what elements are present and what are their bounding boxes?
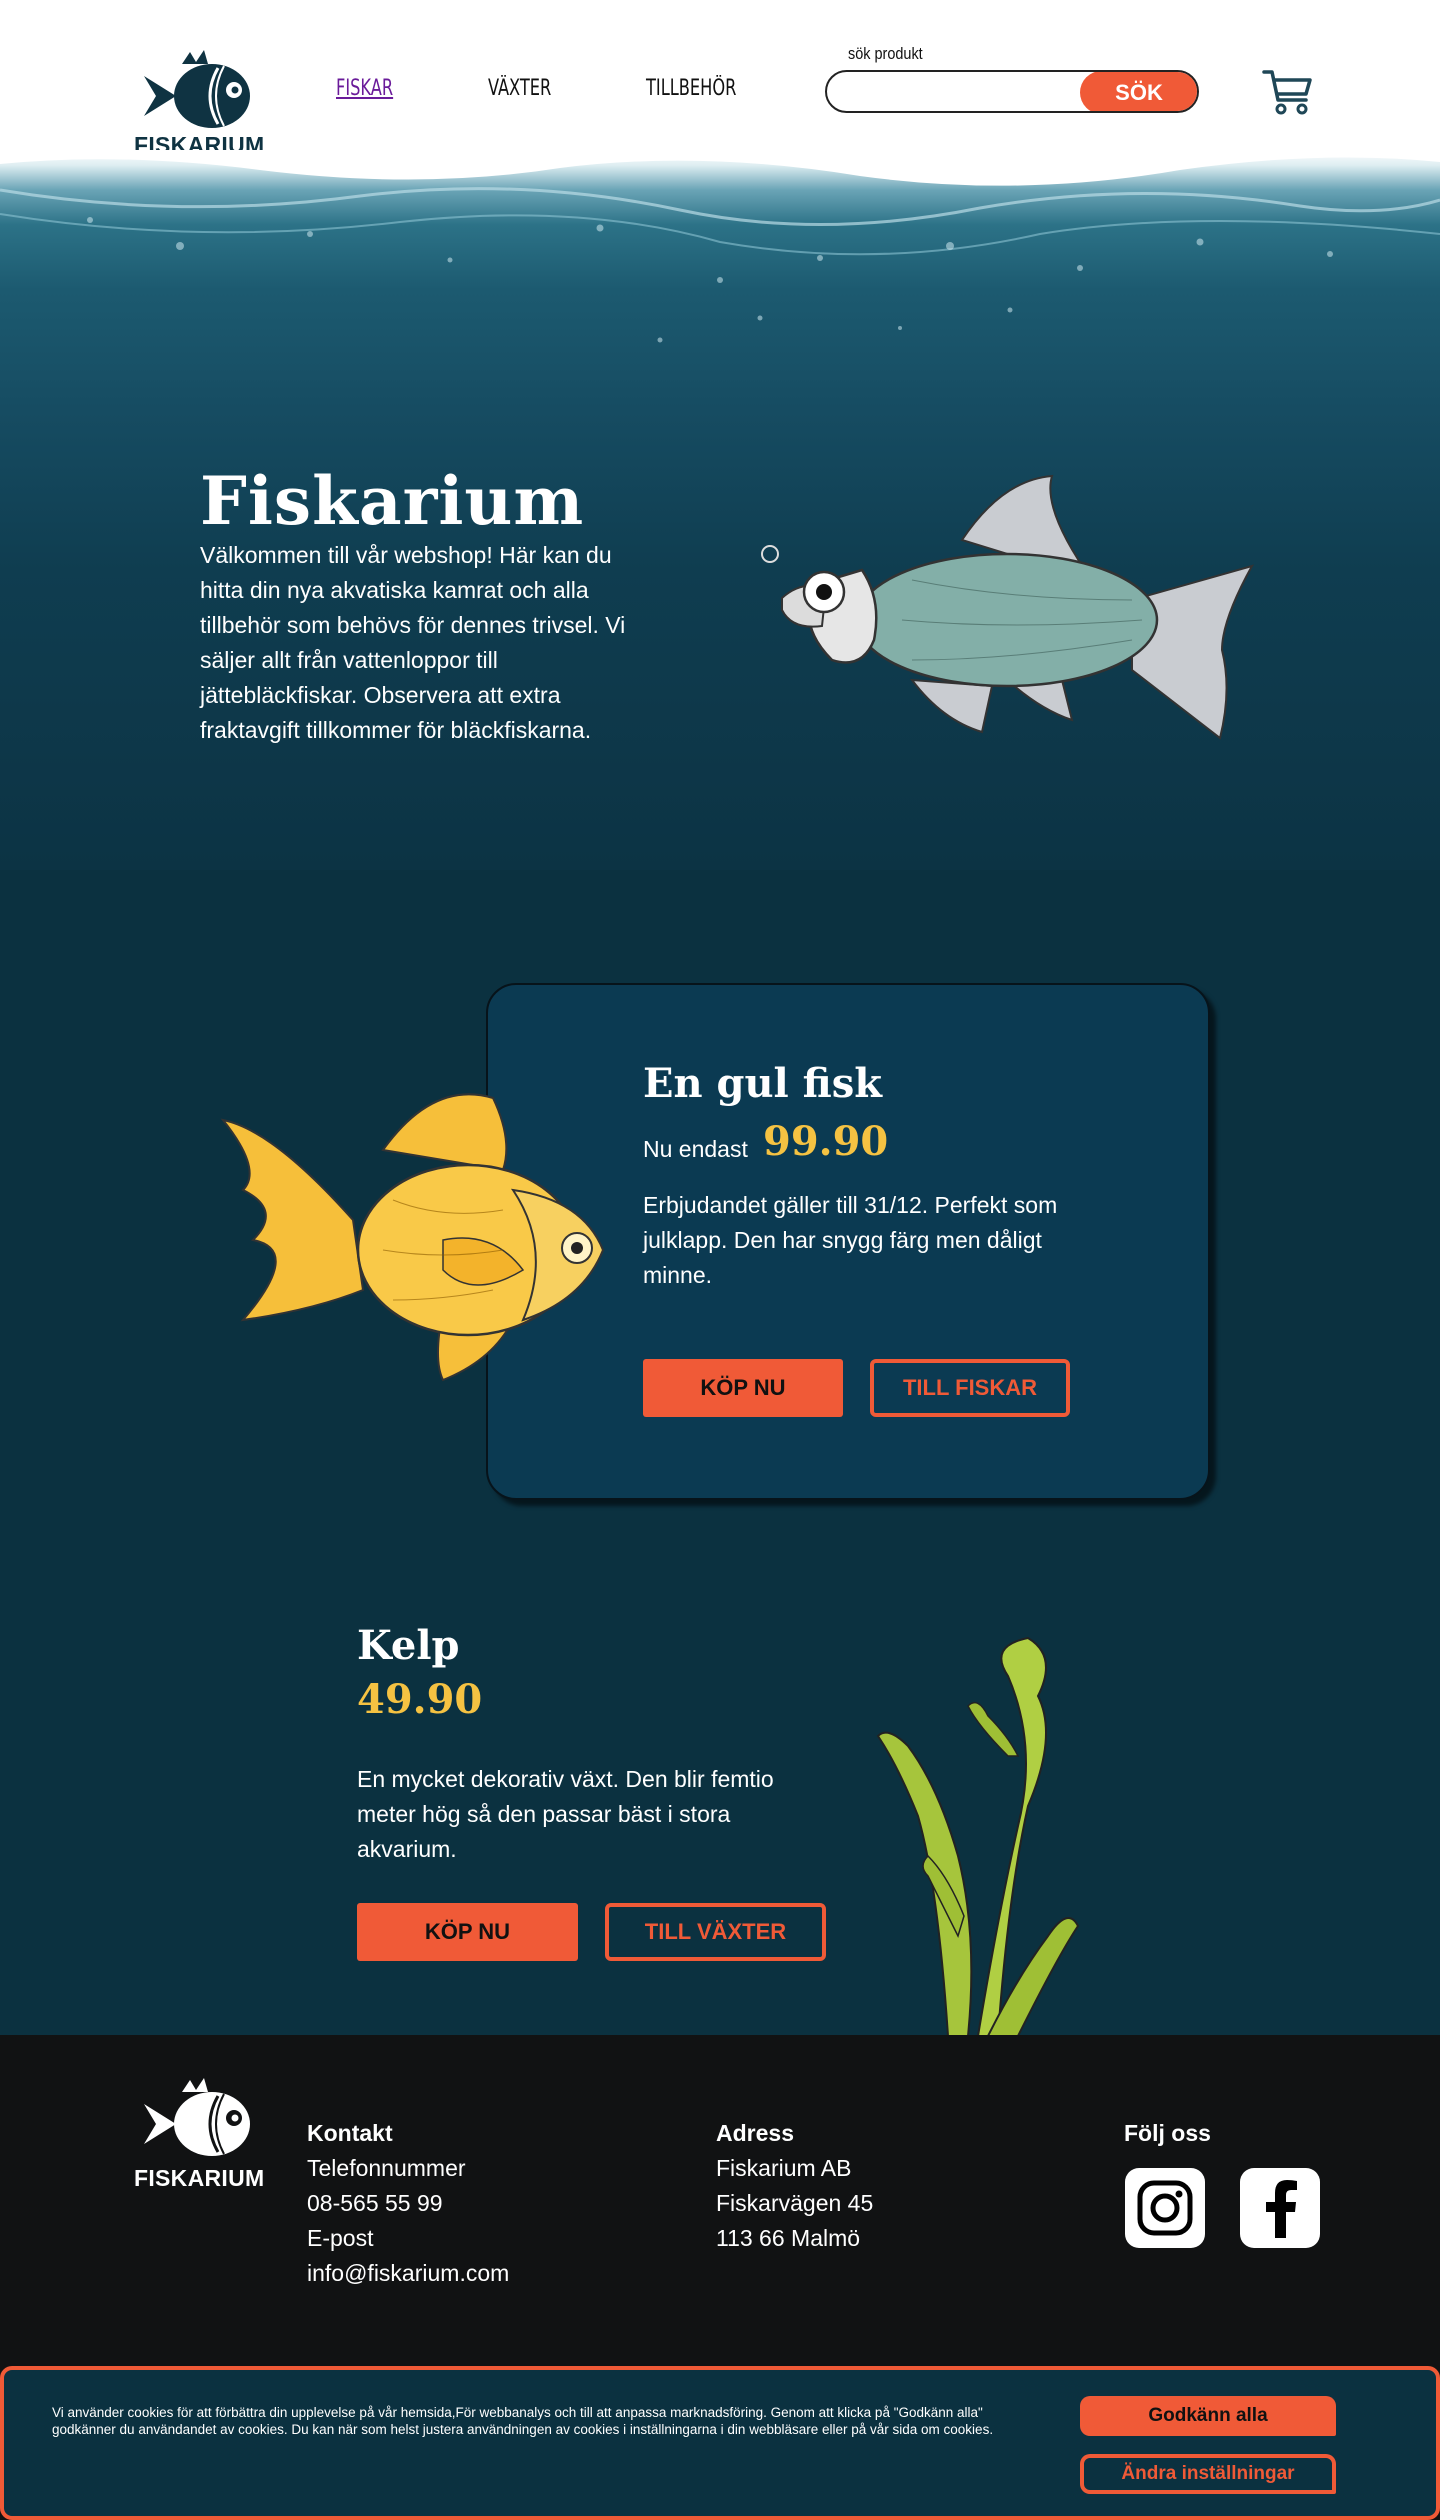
offer-description: Erbjudandet gäller till 31/12. Perfekt s… xyxy=(643,1192,1058,1288)
search-button[interactable]: SÖK xyxy=(1080,72,1197,111)
footer-contact: Kontakt Telefonnummer 08-565 55 99 E-pos… xyxy=(307,2116,509,2291)
kelp-buy-button[interactable]: KÖP NU xyxy=(357,1903,578,1961)
nav-item-vaxter[interactable]: VÄXTER xyxy=(488,76,551,101)
kelp-title: Kelp xyxy=(357,1622,460,1669)
facebook-icon xyxy=(1266,2180,1297,2238)
search-input[interactable] xyxy=(841,78,1071,106)
footer-logo[interactable]: FISKARIUM xyxy=(134,2078,265,2192)
offer-title: En gul fisk xyxy=(643,1060,882,1107)
footer-address-line2: Fiskarvägen 45 xyxy=(716,2190,874,2216)
footer-phone-label: Telefonnummer xyxy=(307,2155,466,2181)
nav-item-tillbehor[interactable]: TILLBEHÖR xyxy=(646,76,736,101)
instagram-icon xyxy=(1137,2180,1193,2236)
cookie-settings-button[interactable]: Ändra inställningar xyxy=(1080,2454,1336,2494)
logo[interactable]: FISKARIUM xyxy=(134,50,264,159)
fish-illustration xyxy=(761,474,1255,740)
search-label: sök produkt xyxy=(848,44,923,63)
footer-address-heading: Adress xyxy=(716,2120,794,2146)
fish-logo-icon xyxy=(144,50,250,128)
goldfish-illustration xyxy=(220,1093,605,1382)
offer-price: 99.90 xyxy=(763,1118,889,1165)
facebook-link[interactable] xyxy=(1240,2168,1320,2248)
cookie-banner xyxy=(0,2366,1440,2520)
kelp-illustration xyxy=(876,1636,1080,2036)
kelp-description: En mycket dekorativ växt. Den blir femti… xyxy=(357,1766,774,1862)
footer-email[interactable]: info@fiskarium.com xyxy=(307,2256,509,2291)
hero-text: Välkommen till vår webshop! Här kan du h… xyxy=(200,542,626,743)
cart-icon xyxy=(1262,70,1312,115)
fish-logo-icon xyxy=(144,2078,250,2156)
offer-price-prefix: Nu endast xyxy=(643,1136,748,1162)
cart-button[interactable] xyxy=(1262,68,1312,121)
offer-fish-button[interactable]: TILL FISKAR xyxy=(870,1359,1070,1417)
kelp-plants-button[interactable]: TILL VÄXTER xyxy=(605,1903,826,1961)
cookie-accept-button[interactable]: Godkänn alla xyxy=(1080,2396,1336,2436)
footer-social-heading: Följ oss xyxy=(1124,2120,1211,2146)
footer-address-line1: Fiskarium AB xyxy=(716,2155,852,2181)
footer-phone[interactable]: 08-565 55 99 xyxy=(307,2186,509,2221)
water-surface-image xyxy=(0,150,1440,343)
kelp-price: 49.90 xyxy=(357,1676,483,1723)
footer-contact-heading: Kontakt xyxy=(307,2120,393,2146)
cookie-text: Vi använder cookies för att förbättra di… xyxy=(52,2405,994,2437)
hero-title: Fiskarium xyxy=(200,462,585,540)
nav-item-fiskar[interactable]: FISKAR xyxy=(336,76,393,101)
footer-email-label: E-post xyxy=(307,2225,374,2251)
footer-address-line3: 113 66 Malmö xyxy=(716,2225,861,2251)
offer-buy-button[interactable]: KÖP NU xyxy=(643,1359,843,1417)
footer-social: Följ oss xyxy=(1124,2116,1211,2151)
instagram-link[interactable] xyxy=(1125,2168,1205,2248)
search-bar: SÖK xyxy=(825,70,1199,113)
footer-address: Adress Fiskarium AB Fiskarvägen 45 113 6… xyxy=(716,2116,873,2256)
footer-logo-text: FISKARIUM xyxy=(134,2165,265,2191)
